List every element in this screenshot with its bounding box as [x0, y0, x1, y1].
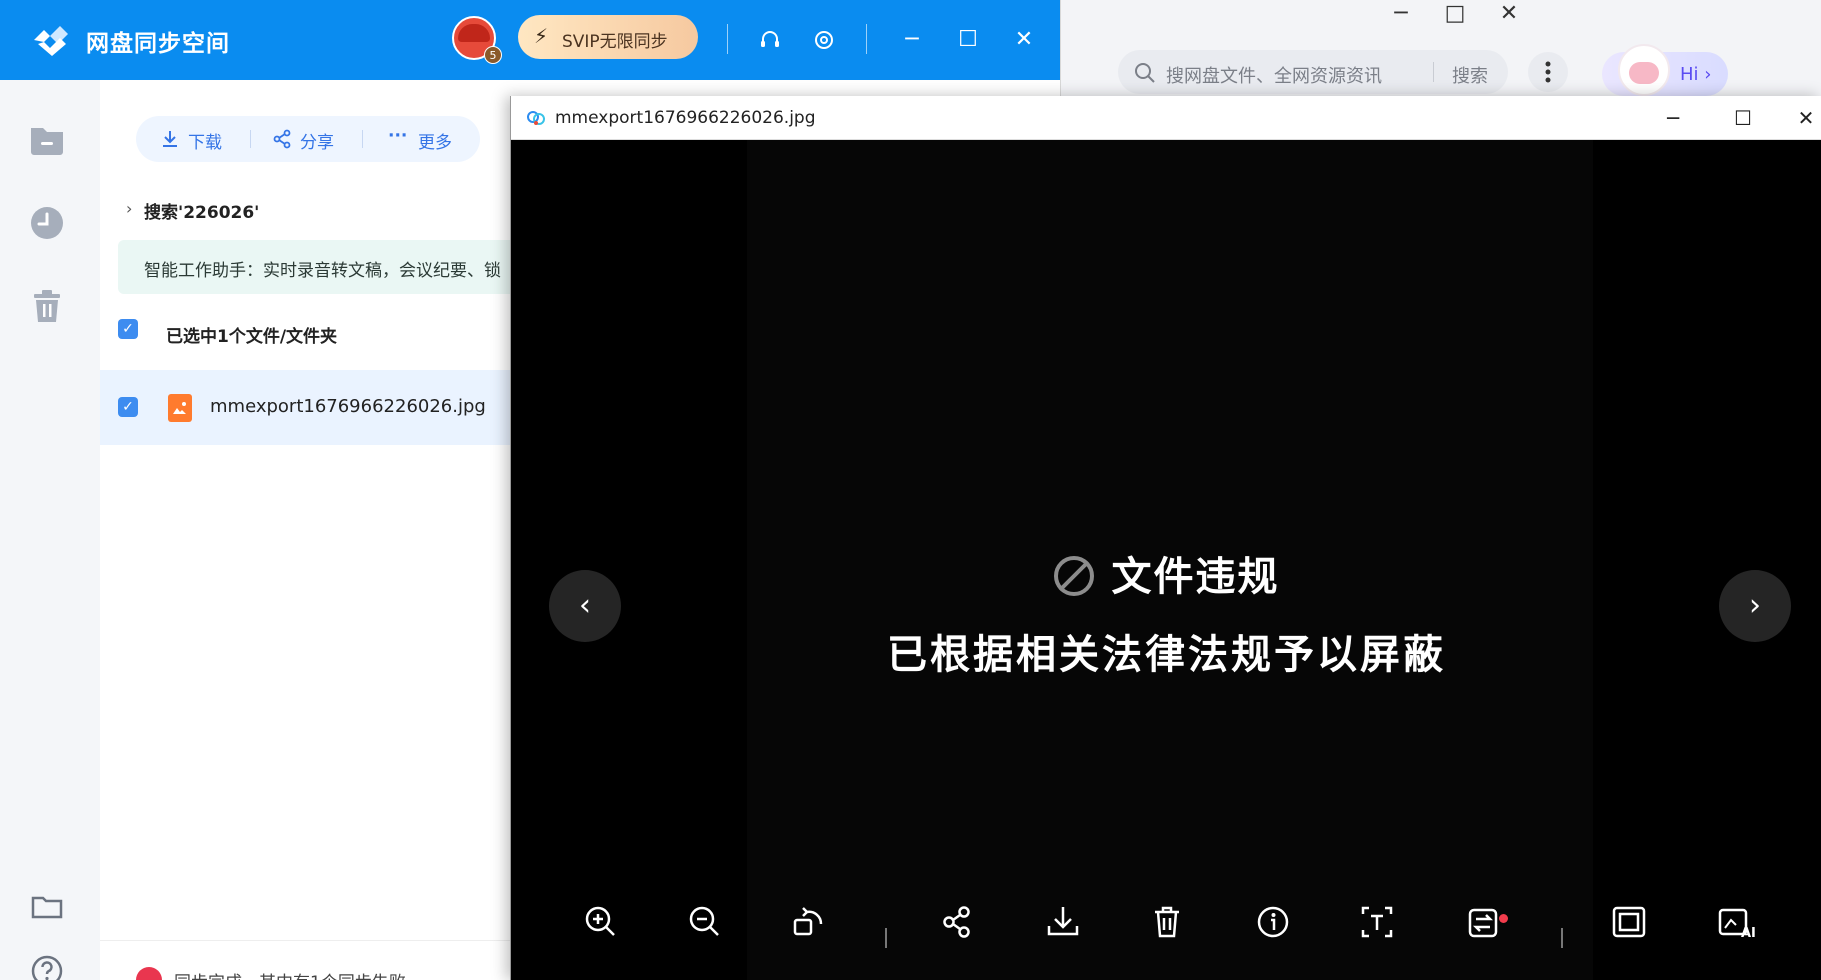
lightning-icon: ⚡ [534, 24, 549, 48]
share-icon[interactable] [937, 902, 977, 942]
viewer-titlebar: mmexport1676966226026.jpg ─ ☐ ✕ [511, 96, 1821, 140]
prohibited-icon [1053, 556, 1094, 596]
sidebar-recent-icon[interactable] [28, 204, 66, 242]
headset-button[interactable] [752, 22, 788, 58]
titlebar-divider [866, 24, 867, 54]
maximize-button[interactable]: ☐ [950, 22, 986, 58]
convert-icon[interactable] [1463, 902, 1503, 942]
sync-titlebar: 网盘同步空间 5 ⚡ SVIP无限同步 ─ ☐ ✕ [0, 0, 1060, 80]
info-icon[interactable] [1253, 902, 1293, 942]
maximize-button[interactable]: ☐ [1721, 102, 1765, 134]
netdisk-logo-icon [34, 26, 68, 56]
file-name: mmexport1676966226026.jpg [210, 396, 486, 417]
breadcrumb[interactable]: 搜索'226026' [144, 198, 259, 223]
toolbar-divider [885, 928, 887, 948]
selection-count: 已选中1个文件/文件夹 [166, 327, 338, 347]
download-icon [163, 131, 177, 147]
maximize-button[interactable]: □ [1427, 0, 1483, 28]
sidebar-folder-icon[interactable] [28, 888, 66, 926]
banner-text: 智能工作助手：实时录音转文稿，会议纪要、锁 [144, 261, 501, 281]
share-button[interactable]: 分享 [300, 128, 334, 153]
blocked-notice-message: 已根据相关法律法规予以屏蔽 [887, 632, 1446, 678]
level-badge: 5 [484, 46, 502, 64]
blocked-title-text: 文件违规 [1111, 554, 1280, 600]
row-checkbox[interactable]: ✓ [118, 397, 138, 417]
ellipsis-icon: ··· [388, 126, 408, 146]
netdisk-cloud-icon [527, 111, 545, 125]
close-button[interactable]: ✕ [1791, 102, 1821, 134]
blocked-notice-title: 文件违规 [511, 544, 1821, 602]
error-status-icon [136, 967, 162, 980]
hi-label: Hi › [1680, 64, 1712, 85]
toolbar-divider [362, 130, 363, 148]
download-icon[interactable] [1043, 902, 1083, 942]
download-button[interactable]: 下载 [188, 128, 222, 153]
headset-icon [761, 31, 779, 47]
zoom-in-icon[interactable] [581, 902, 621, 942]
close-button[interactable]: ✕ [1006, 22, 1042, 58]
close-button[interactable]: ✕ [1481, 0, 1537, 28]
more-menu-button[interactable] [1528, 52, 1568, 92]
sync-status-text[interactable]: 同步完成，其中有1个同步失败 [174, 968, 406, 980]
minimize-button[interactable]: ─ [1373, 0, 1429, 28]
image-viewer-window: mmexport1676966226026.jpg ─ ☐ ✕ ‹ › 文件违规… [510, 96, 1821, 980]
ai-image-icon[interactable]: AI [1715, 902, 1755, 942]
notification-dot [1499, 914, 1508, 923]
text-recognition-icon[interactable] [1357, 902, 1397, 942]
help-icon[interactable] [28, 952, 66, 980]
app-title: 网盘同步空间 [86, 31, 230, 57]
rotate-icon[interactable] [789, 902, 829, 942]
promo-banner[interactable]: 智能工作助手：实时录音转文稿，会议纪要、锁 [118, 240, 518, 294]
sidebar-files-icon[interactable] [28, 120, 66, 158]
search-icon [1135, 63, 1155, 83]
settings-button[interactable] [806, 22, 842, 58]
fit-screen-icon[interactable] [1609, 902, 1649, 942]
search-divider [1433, 62, 1434, 82]
image-file-icon [168, 394, 192, 422]
minimize-button[interactable]: ─ [894, 22, 930, 58]
sidebar [0, 80, 100, 980]
viewer-title: mmexport1676966226026.jpg [555, 108, 816, 128]
toolbar-divider [250, 130, 251, 148]
chevron-right-icon: › [126, 199, 133, 218]
select-all-checkbox[interactable]: ✓ [118, 319, 138, 339]
search-button[interactable]: 搜索 [1452, 62, 1488, 88]
sync-status-bar: 同步完成，其中有1个同步失败 [100, 940, 520, 980]
assistant-hi-button[interactable]: Hi › [1602, 44, 1728, 96]
delete-icon[interactable] [1147, 902, 1187, 942]
zoom-out-icon[interactable] [685, 902, 725, 942]
toolbar-divider [1561, 928, 1563, 948]
vertical-dots-icon [1545, 61, 1551, 83]
minimize-button[interactable]: ─ [1651, 102, 1695, 134]
search-placeholder: 搜网盘文件、全网资源资讯 [1166, 66, 1382, 87]
svip-label: SVIP无限同步 [562, 32, 668, 52]
more-button[interactable]: 更多 [418, 128, 452, 153]
action-toolbar: 下载 分享 ··· 更多 [136, 116, 480, 162]
mascot-avatar [1618, 44, 1670, 96]
table-row[interactable]: ✓ mmexport1676966226026.jpg [100, 370, 520, 445]
search-bar[interactable]: 搜网盘文件、全网资源资讯 搜索 [1118, 50, 1508, 94]
svip-sync-button[interactable]: ⚡ SVIP无限同步 [518, 15, 698, 59]
svg-text:AI: AI [1741, 926, 1755, 941]
titlebar-divider [727, 24, 728, 54]
share-icon [273, 129, 291, 149]
sidebar-trash-icon[interactable] [28, 288, 66, 326]
gear-icon [815, 31, 833, 49]
